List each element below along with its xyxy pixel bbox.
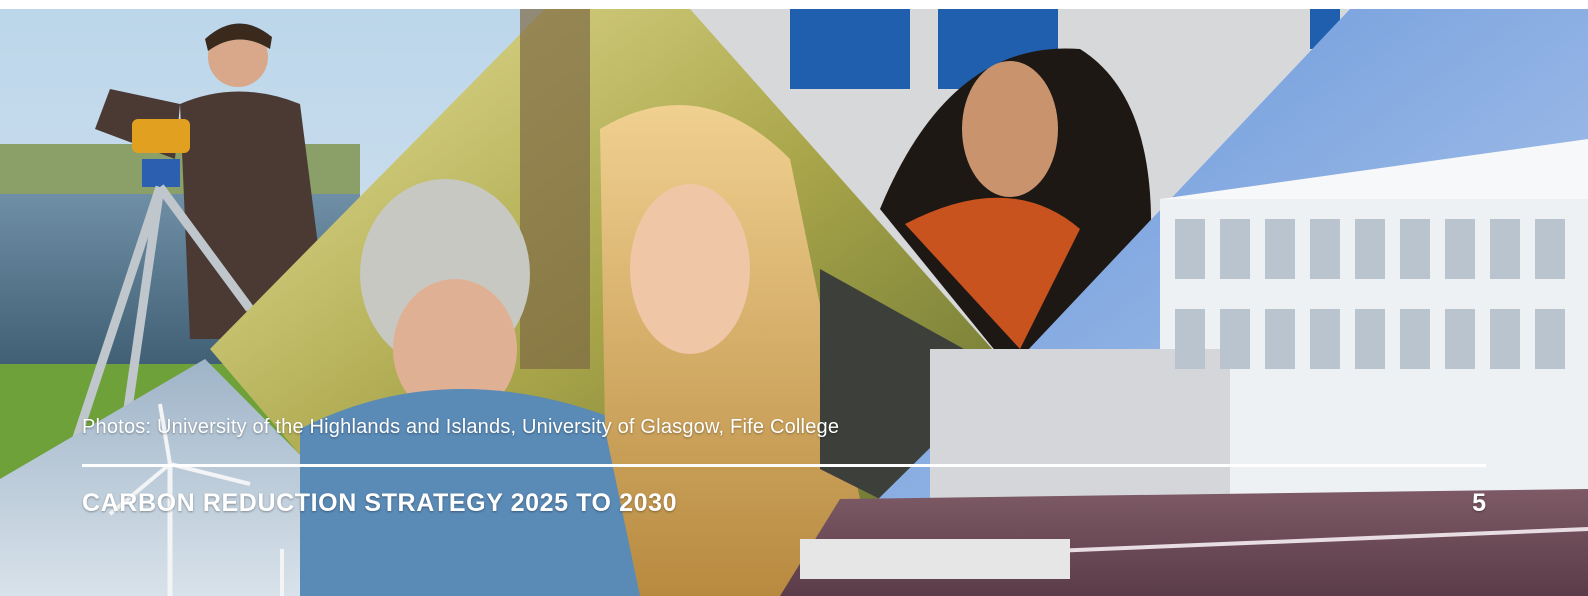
footer-divider — [82, 464, 1486, 467]
top-margin — [0, 0, 1588, 9]
document-title: CARBON REDUCTION STRATEGY 2025 TO 2030 — [82, 489, 678, 517]
photo-credit: Photos: University of the Highlands and … — [82, 416, 840, 438]
page-number: 5 — [1472, 489, 1486, 517]
